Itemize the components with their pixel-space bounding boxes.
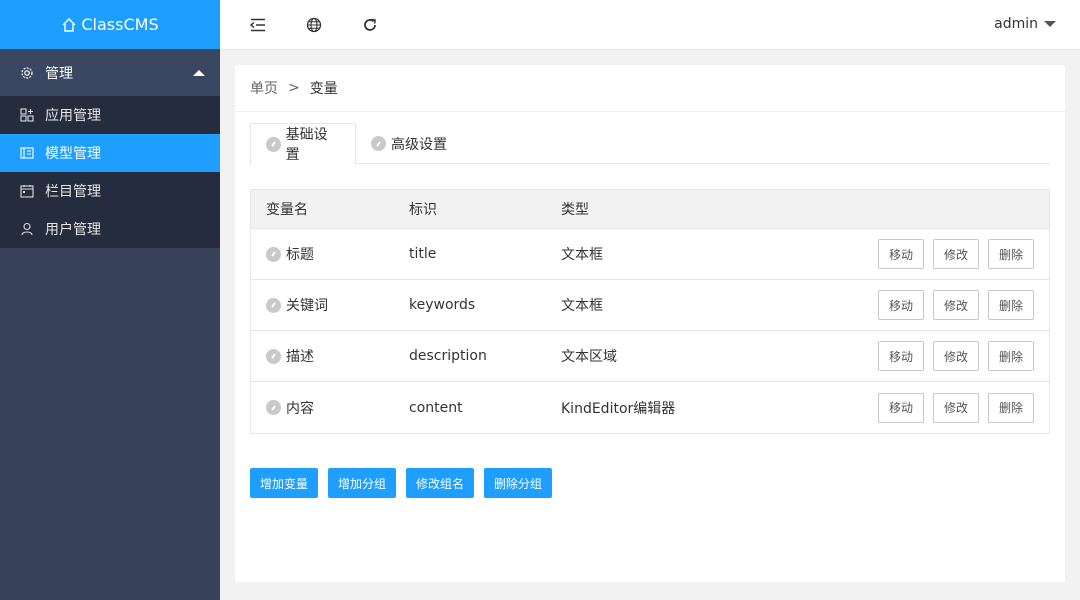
- edit-button[interactable]: 修改: [933, 392, 979, 423]
- caret-down-icon: [1044, 21, 1056, 27]
- sidebar-item-label: 应用管理: [45, 108, 101, 124]
- calendar-icon: [20, 184, 34, 198]
- delete-button[interactable]: 删除: [988, 341, 1034, 371]
- variable-id: description: [409, 348, 487, 364]
- app-logo[interactable]: ClassCMS: [0, 0, 220, 49]
- tab-label: 基础设置: [285, 127, 328, 163]
- sidebar-item-models[interactable]: 模型管理: [0, 134, 220, 172]
- variable-type: 文本框: [561, 247, 603, 263]
- variable-name: 描述: [286, 349, 314, 365]
- variable-id: title: [409, 246, 437, 262]
- user-menu[interactable]: admin: [994, 16, 1056, 32]
- delete-button[interactable]: 删除: [988, 392, 1034, 423]
- sidebar-item-label: 模型管理: [45, 146, 101, 162]
- move-button[interactable]: 移动: [878, 290, 924, 320]
- variable-name: 内容: [286, 400, 314, 417]
- tab-basic-settings[interactable]: 基础设置: [250, 123, 356, 165]
- table-row: 关键词 keywords 文本框 移动 修改 删除: [251, 280, 1049, 331]
- tab-bar: 基础设置 高级设置: [250, 123, 1050, 165]
- user-icon: [20, 222, 34, 236]
- app-title: ClassCMS: [81, 15, 159, 34]
- add-variable-button[interactable]: 增加变量: [250, 468, 319, 498]
- variable-id: keywords: [409, 297, 476, 313]
- breadcrumb: 单页 > 变量: [235, 65, 1065, 112]
- variable-dot-icon: [266, 348, 281, 364]
- delete-button[interactable]: 删除: [988, 290, 1034, 320]
- edit-button[interactable]: 修改: [933, 239, 979, 269]
- model-icon: [20, 146, 34, 160]
- sidebar-item-columns[interactable]: 栏目管理: [0, 172, 220, 210]
- variable-name: 标题: [286, 247, 314, 263]
- sidebar-item-label: 栏目管理: [45, 184, 101, 200]
- header-type: 类型: [561, 202, 589, 218]
- tab-label: 高级设置: [391, 136, 447, 153]
- delete-group-button[interactable]: 删除分组: [484, 468, 553, 498]
- move-button[interactable]: 移动: [878, 392, 924, 423]
- edit-button[interactable]: 修改: [933, 290, 979, 320]
- variable-name: 关键词: [286, 298, 328, 314]
- menu-collapse-icon[interactable]: [248, 15, 268, 35]
- move-button[interactable]: 移动: [878, 239, 924, 269]
- variable-id: content: [409, 399, 463, 416]
- gear-icon: [20, 66, 34, 80]
- main-card: 单页 > 变量 基础设置 高级设置 变量名 标识 类型 标题 title 文本框…: [235, 65, 1065, 582]
- delete-button[interactable]: 删除: [988, 239, 1034, 269]
- variable-type: KindEditor编辑器: [561, 400, 676, 417]
- apps-icon: [20, 108, 34, 122]
- table-row: 内容 content KindEditor编辑器 移动 修改 删除: [251, 382, 1049, 433]
- add-group-button[interactable]: 增加分组: [328, 468, 397, 498]
- sidebar-item-label: 用户管理: [45, 222, 101, 238]
- top-header: admin: [220, 0, 1080, 50]
- breadcrumb-current: 变量: [309, 81, 338, 97]
- sidebar: ClassCMS 管理 应用管理 模型管理 栏目管理 用户管理: [0, 0, 220, 600]
- variable-dot-icon: [266, 297, 281, 313]
- header-id: 标识: [409, 202, 437, 218]
- breadcrumb-separator: >: [288, 80, 300, 96]
- submenu: 应用管理 模型管理 栏目管理 用户管理: [0, 96, 220, 248]
- table-row: 描述 description 文本区域 移动 修改 删除: [251, 331, 1049, 382]
- group-actions: 增加变量 增加分组 修改组名 删除分组: [250, 468, 562, 498]
- rename-group-button[interactable]: 修改组名: [406, 468, 475, 498]
- globe-icon[interactable]: [304, 15, 324, 35]
- edit-button[interactable]: 修改: [933, 341, 979, 371]
- menu-group-label: 管理: [45, 65, 73, 82]
- tab-dot-icon: [266, 136, 281, 152]
- tab-advanced-settings[interactable]: 高级设置: [356, 123, 462, 164]
- sidebar-item-apps[interactable]: 应用管理: [0, 96, 220, 134]
- sidebar-item-users[interactable]: 用户管理: [0, 210, 220, 248]
- breadcrumb-home[interactable]: 单页: [250, 78, 278, 98]
- table-header: 变量名 标识 类型: [251, 190, 1049, 229]
- table-row: 标题 title 文本框 移动 修改 删除: [251, 229, 1049, 280]
- variable-dot-icon: [266, 246, 281, 262]
- variable-type: 文本框: [561, 298, 603, 314]
- home-icon: [61, 17, 81, 33]
- variable-type: 文本区域: [561, 349, 617, 365]
- username: admin: [994, 16, 1038, 32]
- move-button[interactable]: 移动: [878, 341, 924, 371]
- caret-up-icon: [193, 70, 205, 76]
- menu-group-manage[interactable]: 管理: [0, 49, 220, 96]
- tab-dot-icon: [371, 136, 386, 151]
- variable-dot-icon: [266, 400, 281, 415]
- variables-table: 变量名 标识 类型 标题 title 文本框 移动 修改 删除 关键词 keyw…: [250, 189, 1050, 434]
- header-name: 变量名: [266, 202, 308, 218]
- refresh-icon[interactable]: [360, 15, 380, 35]
